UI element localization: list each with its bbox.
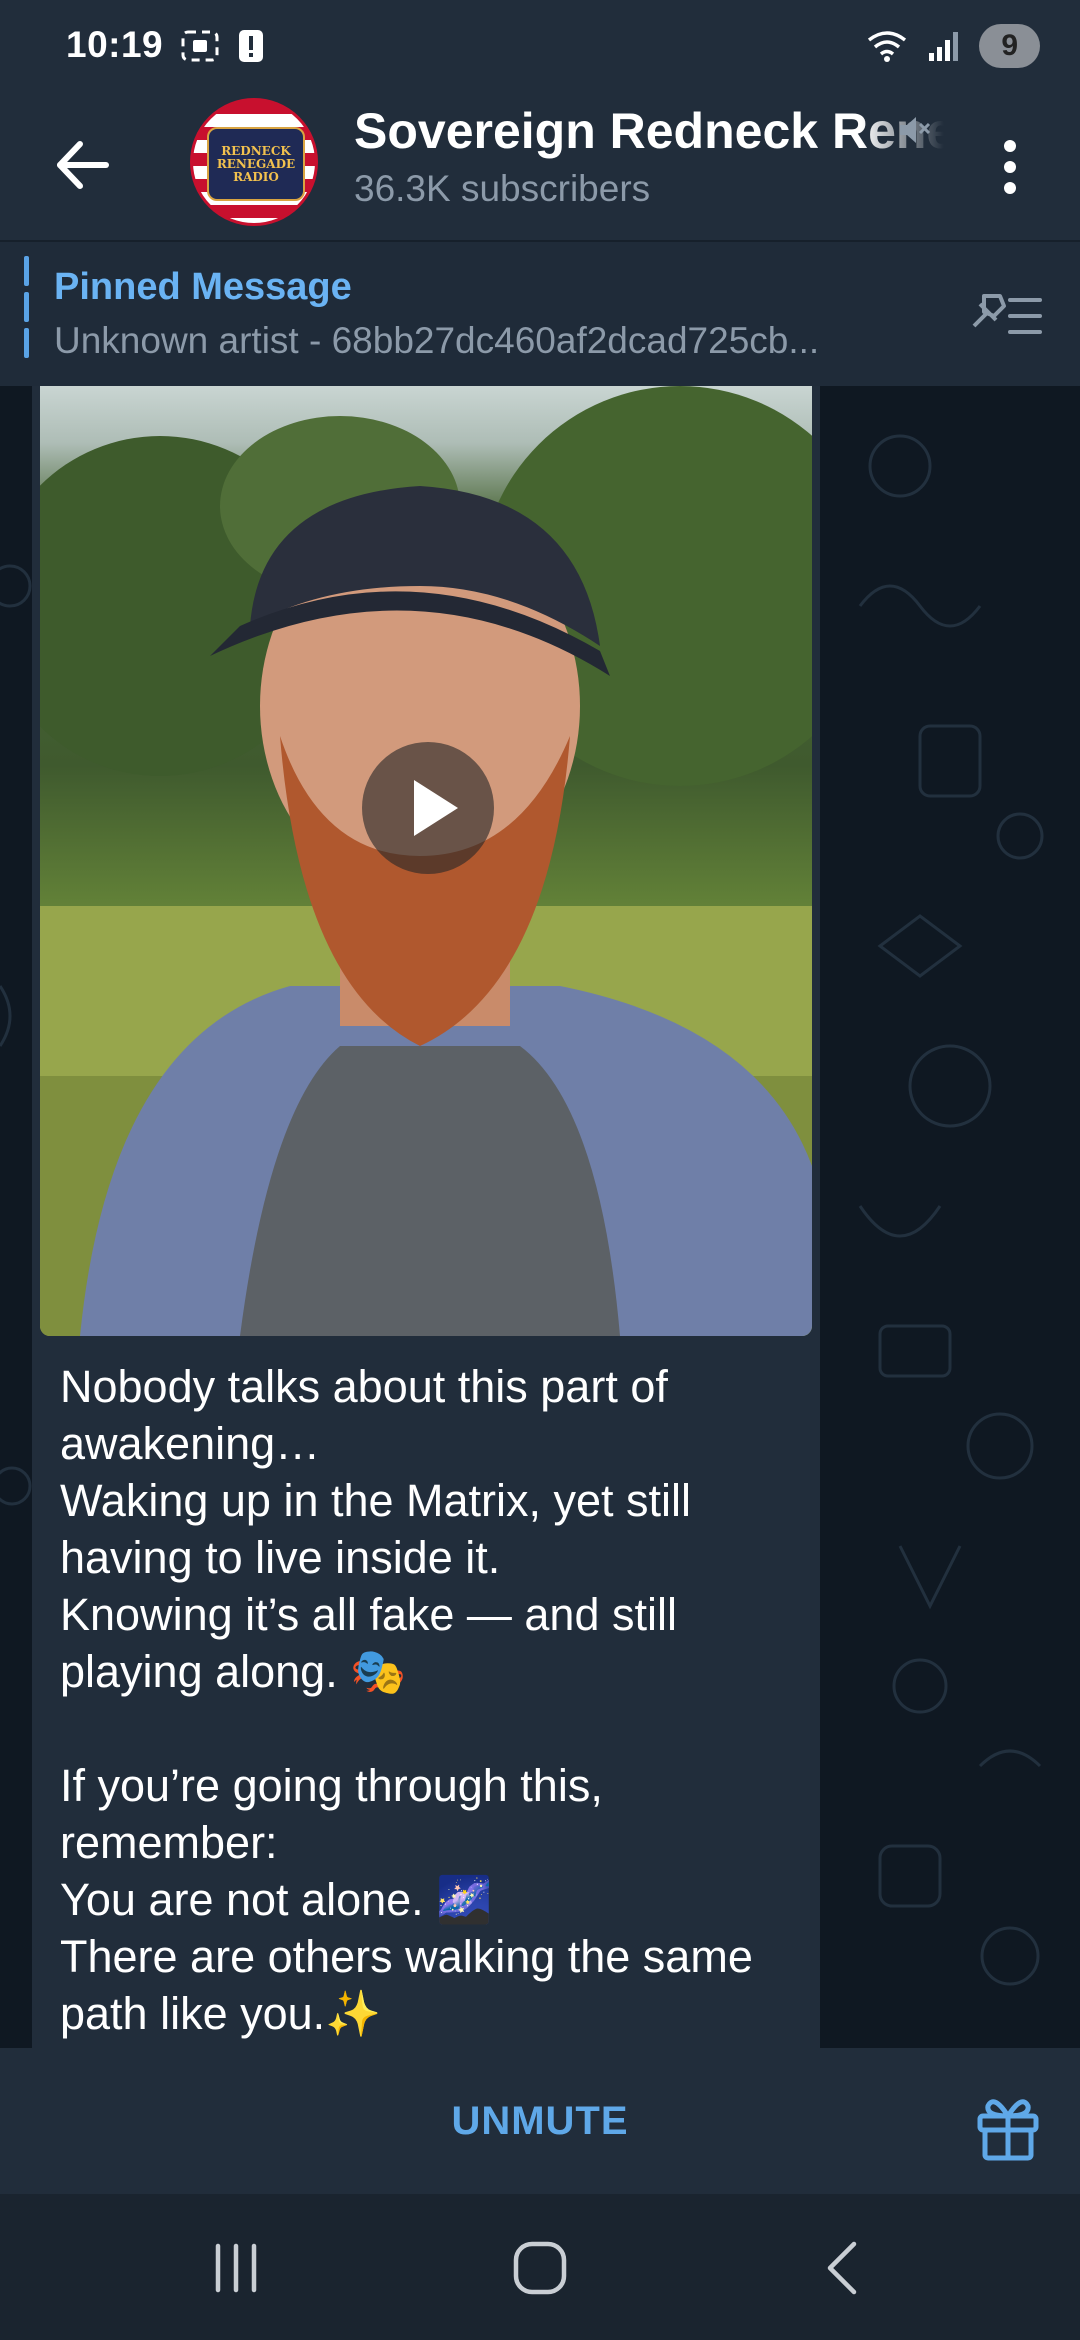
channel-title[interactable]: Sovereign Redneck Renegade Radio: [354, 102, 944, 166]
system-nav-bar: [0, 2194, 1080, 2340]
subscriber-count: 36.3K subscribers: [354, 168, 651, 209]
pinned-indicator: [24, 256, 29, 364]
message-text: Nobody talks about this part of awakenin…: [60, 1361, 753, 2039]
wifi-icon: [868, 31, 907, 62]
channel-avatar[interactable]: REDNECK RENEGADE RADIO: [190, 98, 318, 226]
bottom-action-bar: UNMUTE: [0, 2048, 1080, 2194]
recent-apps-icon[interactable]: [196, 2238, 276, 2298]
video-thumbnail[interactable]: [40, 386, 812, 1336]
alert-icon: [239, 30, 263, 62]
message-bubble[interactable]: Nobody talks about this part of awakenin…: [32, 386, 820, 2048]
status-bar: 10:19 9: [0, 0, 1080, 90]
avatar-logo-subtext: RADIO: [233, 169, 279, 184]
muted-speaker-icon: [900, 117, 931, 143]
screenshot-icon: [181, 30, 219, 62]
pinned-title: Pinned Message: [54, 266, 352, 308]
play-icon: [414, 780, 458, 836]
avatar-logo-text: REDNECK RENEGADE: [216, 143, 296, 171]
chat-header: REDNECK RENEGADE RADIO Sovereign Redneck…: [0, 90, 1080, 240]
notification-count-badge: 9: [979, 24, 1040, 68]
home-icon[interactable]: [500, 2238, 580, 2298]
unmute-button[interactable]: UNMUTE: [0, 2048, 1080, 2194]
back-arrow-icon[interactable]: [48, 130, 118, 200]
play-button[interactable]: [362, 742, 494, 874]
more-vertical-icon[interactable]: [990, 132, 1030, 202]
chat-area[interactable]: Nobody talks about this part of awakenin…: [0, 386, 1080, 2048]
back-icon[interactable]: [804, 2238, 884, 2298]
gift-icon[interactable]: [972, 2090, 1044, 2162]
pinned-text: Unknown artist - 68bb27dc460af2dcad725cb…: [54, 320, 820, 361]
pinned-list-icon[interactable]: [966, 286, 1046, 346]
status-time: 10:19: [66, 24, 164, 65]
signal-icon: [929, 32, 959, 61]
pinned-message-bar[interactable]: Pinned Message Unknown artist - 68bb27dc…: [0, 240, 1080, 386]
